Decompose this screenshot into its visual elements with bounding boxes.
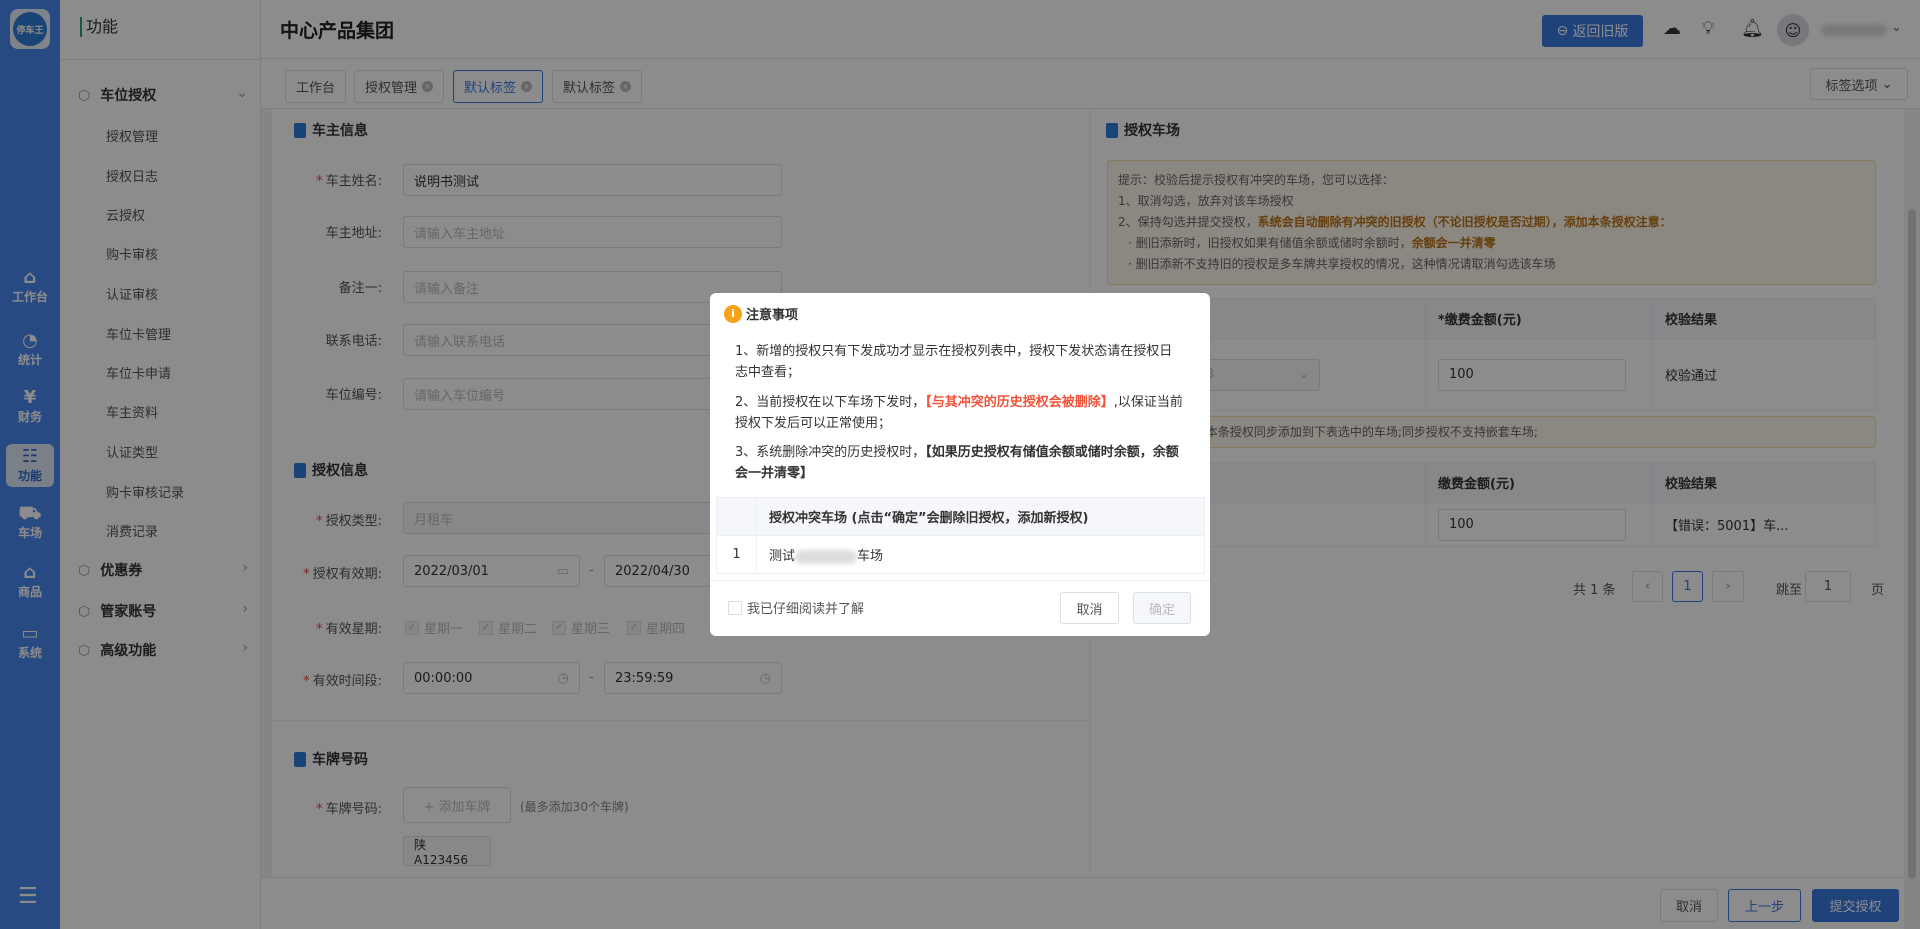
info-icon: i	[724, 304, 742, 323]
dialog-confirm-button[interactable]: 确定	[1133, 592, 1191, 624]
read-confirm-checkbox[interactable]: 我已仔细阅读并了解	[728, 598, 864, 617]
dialog-title: i 注意事项	[724, 304, 798, 323]
dialog-cancel-button[interactable]: 取消	[1060, 592, 1119, 624]
notice-2: 2、当前授权在以下车场下发时，【与其冲突的历史授权会被删除】,以保证当前授权下发…	[735, 395, 1183, 431]
table-row: 1 测试 车场	[716, 535, 1205, 574]
notice-1: 1、新增的授权只有下发成功才显示在授权列表中，授权下发状态请在授权日志中查看；	[735, 344, 1173, 380]
notice-3: 3、系统删除冲突的历史授权时，【如果历史授权有储值余额或储时余额，余额会一并清零…	[735, 445, 1179, 481]
notice-dialog: i 注意事项 1、新增的授权只有下发成功才显示在授权列表中，授权下发状态请在授权日…	[710, 293, 1210, 636]
conflict-table: 授权冲突车场 (点击“确定”会删除旧授权，添加新授权) 1 测试 车场	[716, 497, 1205, 574]
